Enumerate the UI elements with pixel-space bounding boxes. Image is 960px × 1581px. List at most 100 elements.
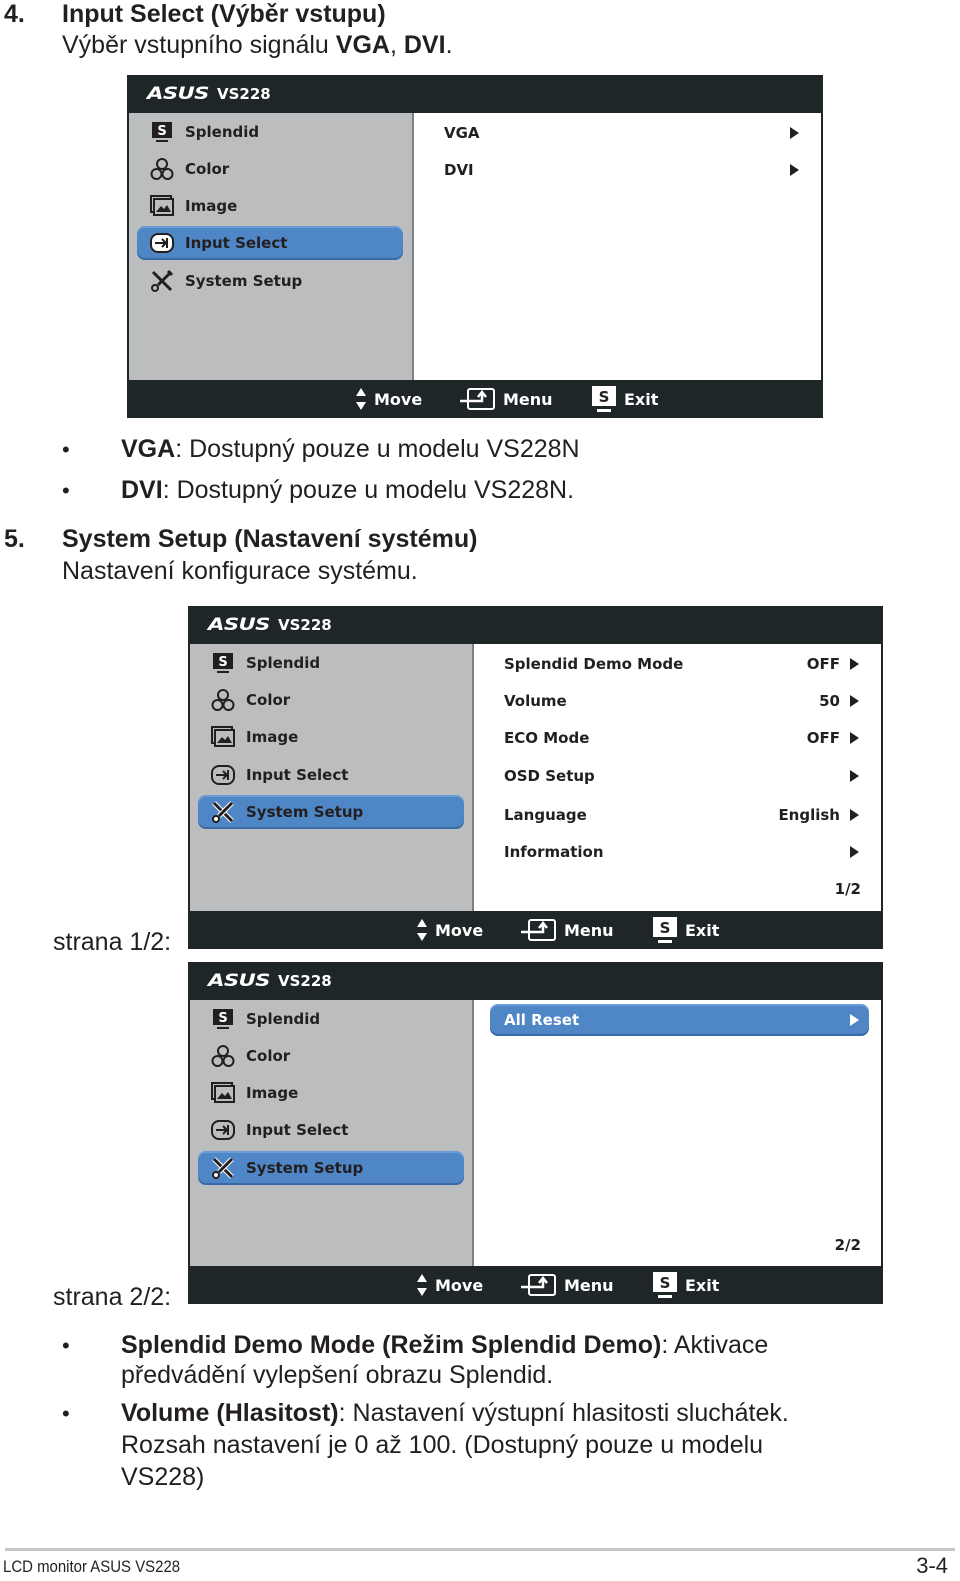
exit-label: Exit [624, 389, 659, 409]
image-icon [149, 194, 175, 218]
osd-model: VS228 [217, 85, 271, 103]
system-setup-icon [210, 800, 236, 824]
sidebar-label: Image [246, 1084, 299, 1102]
footer-page-number: 3-4 [916, 1553, 948, 1578]
section-4-title: Input Select (Výběr vstupu) [62, 0, 386, 28]
exit-label: Exit [685, 920, 720, 940]
sidebar-label: Input Select [246, 766, 349, 784]
section-4-number: 4. [4, 0, 25, 28]
section-5-description: Nastavení konfigurace systému. [62, 557, 418, 585]
page-indicator: 2/2 [834, 1236, 861, 1254]
sidebar-item-image[interactable]: Image [137, 189, 403, 223]
section-5-title: System Setup (Nastavení systému) [62, 525, 478, 553]
move-hint: Move [416, 1266, 483, 1304]
sidebar-label: Input Select [246, 1121, 349, 1139]
sidebar-label: Color [185, 160, 230, 178]
sidebar-item-color[interactable]: Color [198, 1039, 464, 1073]
sidebar-item-input-select[interactable]: Input Select [198, 1113, 464, 1147]
sidebar-label: Image [246, 728, 299, 746]
menu-enter-icon [521, 918, 557, 942]
bullet-text: : Nastavení výstupní hlasitosti slucháte… [338, 1399, 789, 1427]
menu-label: Menu [564, 1275, 614, 1295]
osd-sidebar: S Splendid Color Image Input Select Syst… [190, 1000, 474, 1266]
menu-label: Menu [503, 389, 553, 409]
sidebar-item-system-setup[interactable]: System Setup [198, 1151, 464, 1185]
arrow-right-icon [850, 809, 859, 821]
menu-item-label: All Reset [504, 1011, 580, 1029]
svg-text:S: S [599, 388, 610, 406]
sidebar-item-image[interactable]: Image [198, 720, 464, 754]
osd-header: ASUS VS228 [188, 962, 883, 1000]
sidebar-item-color[interactable]: Color [198, 683, 464, 717]
menu-item-label: OSD Setup [504, 767, 595, 785]
menu-item-value: OFF [806, 655, 840, 673]
menu-item-osd-setup[interactable]: OSD Setup [504, 761, 859, 791]
osd-footer: Move Menu S Exit [188, 911, 883, 949]
footer-document-title: LCD monitor ASUS VS228 [3, 1557, 181, 1576]
asus-logo: ASUS [208, 615, 270, 635]
sidebar-item-system-setup[interactable]: System Setup [137, 264, 403, 298]
menu-item-vga[interactable]: VGA [444, 118, 799, 148]
svg-text:S: S [660, 1274, 671, 1292]
splendid-icon: S [210, 1007, 236, 1031]
exit-hint: S Exit [652, 1266, 719, 1304]
bullet-splendid-demo: Splendid Demo Mode (Režim Splendid Demo)… [121, 1330, 768, 1360]
footer-divider [5, 1548, 955, 1551]
exit-s-icon: S [591, 385, 617, 413]
arrow-right-icon [790, 164, 799, 176]
sidebar-label: System Setup [246, 1159, 364, 1177]
osd-sidebar: S Splendid Color Image Input Select Syst… [190, 644, 474, 911]
menu-item-splendid-demo-mode[interactable]: Splendid Demo Mode OFF [504, 649, 859, 679]
bullet-volume-line3: VS228) [121, 1463, 205, 1491]
menu-item-label: ECO Mode [504, 729, 590, 747]
sidebar-item-image[interactable]: Image [198, 1076, 464, 1110]
sidebar-item-color[interactable]: Color [137, 152, 403, 186]
menu-item-language[interactable]: Language English [504, 800, 859, 830]
svg-text:S: S [218, 655, 227, 670]
bullet-text: : Aktivace [661, 1331, 769, 1359]
desc-bold-vga: VGA [335, 31, 390, 59]
menu-item-eco-mode[interactable]: ECO Mode OFF [504, 723, 859, 753]
sidebar-item-input-select[interactable]: Input Select [198, 758, 464, 792]
page-1-label: strana 1/2: [53, 928, 172, 956]
osd-model: VS228 [278, 972, 332, 990]
sidebar-item-splendid[interactable]: S Splendid [137, 115, 403, 149]
menu-item-label: Splendid Demo Mode [504, 655, 684, 673]
bullet-volume: Volume (Hlasitost): Nastavení výstupní h… [121, 1398, 789, 1428]
menu-item-volume[interactable]: Volume 50 [504, 686, 859, 716]
sidebar-item-splendid[interactable]: S Splendid [198, 646, 464, 680]
image-icon [210, 725, 236, 749]
system-setup-icon [210, 1156, 236, 1180]
menu-item-label: Language [504, 806, 587, 824]
menu-item-all-reset[interactable]: All Reset [490, 1004, 869, 1036]
desc-text: Výběr vstupního signálu [62, 31, 336, 59]
up-down-arrows-icon [416, 918, 428, 942]
sidebar-item-system-setup[interactable]: System Setup [198, 795, 464, 829]
sidebar-item-splendid[interactable]: S Splendid [198, 1002, 464, 1036]
menu-item-value: OFF [806, 729, 840, 747]
menu-item-label: DVI [444, 161, 474, 179]
splendid-icon: S [149, 120, 175, 144]
menu-item-value: English [778, 806, 840, 824]
desc-sep: , [389, 31, 404, 59]
menu-item-information[interactable]: Information [504, 837, 859, 867]
up-down-arrows-icon [416, 1273, 428, 1297]
menu-hint: Menu [521, 1266, 614, 1304]
move-hint: Move [416, 911, 483, 949]
osd-footer: Move Menu S Exit [127, 380, 823, 418]
exit-s-icon: S [652, 916, 678, 944]
osd-content: All Reset 2/2 [474, 1000, 881, 1266]
input-select-icon [149, 231, 175, 255]
osd-content: VGA DVI [414, 113, 821, 380]
desc-bold-dvi: DVI [403, 31, 446, 59]
bullet-vga: VGA: Dostupný pouze u modelu VS228N [121, 434, 580, 464]
exit-s-icon: S [652, 1271, 678, 1299]
osd-header: ASUS VS228 [127, 75, 823, 113]
osd-input-select: ASUS VS228 S Splendid Color Image Input … [127, 75, 823, 418]
osd-header: ASUS VS228 [188, 606, 883, 644]
section-4-description: Výběr vstupního signálu VGA, DVI. [62, 30, 453, 60]
input-select-icon [210, 763, 236, 787]
menu-item-dvi[interactable]: DVI [444, 155, 799, 185]
sidebar-item-input-select[interactable]: Input Select [137, 226, 403, 260]
menu-item-value: 50 [819, 692, 840, 710]
